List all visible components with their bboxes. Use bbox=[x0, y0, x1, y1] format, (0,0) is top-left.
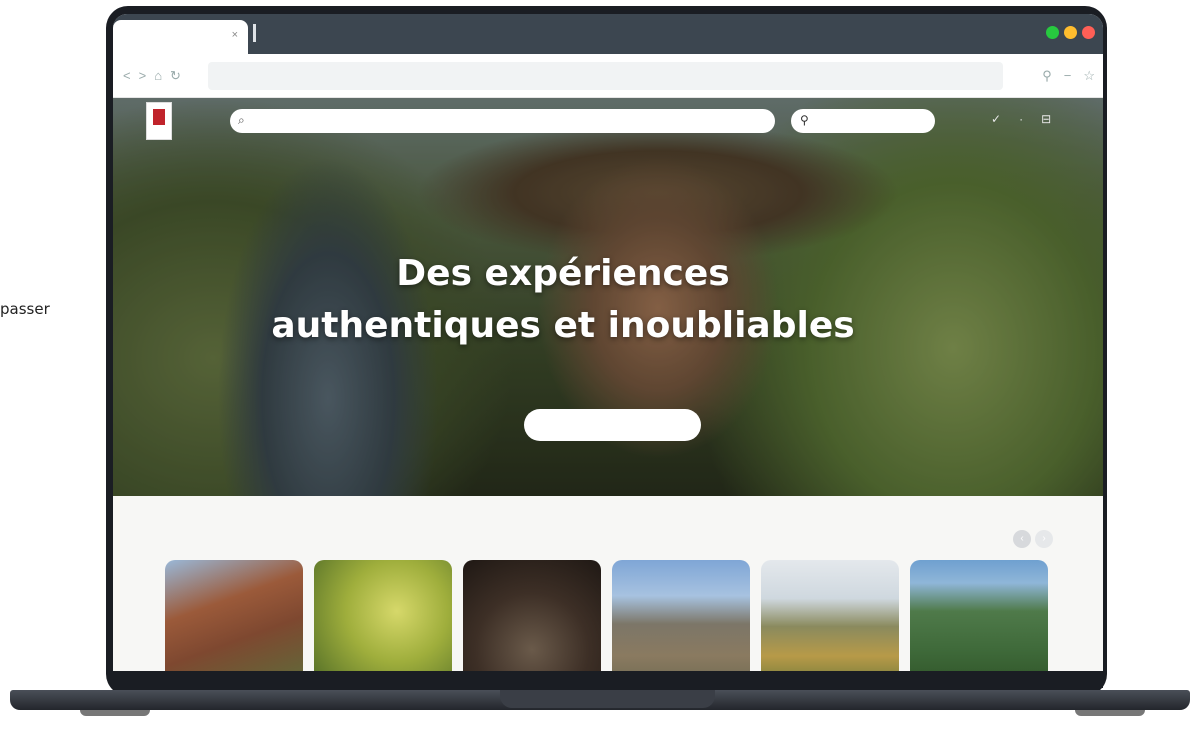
region-card-3[interactable] bbox=[463, 560, 601, 688]
search-input[interactable]: ⌕ bbox=[230, 109, 775, 133]
url-input[interactable] bbox=[208, 62, 1003, 90]
site-logo[interactable] bbox=[146, 102, 172, 140]
laptop-foot-left bbox=[80, 710, 150, 716]
header-icon-2[interactable]: · bbox=[1019, 112, 1023, 126]
header-icons: ✓ · ⊟ bbox=[991, 112, 1051, 126]
maximize-window-button[interactable] bbox=[1046, 26, 1059, 39]
browser-right-icons: ⚲ − ☆ bbox=[1042, 68, 1095, 84]
region-card-2[interactable] bbox=[314, 560, 452, 688]
hero-title: Des expériences authentiques et inoublia… bbox=[213, 248, 913, 352]
region-card-4[interactable] bbox=[612, 560, 750, 688]
header-pill-button[interactable]: ⚲ bbox=[791, 109, 935, 133]
region-card-5[interactable] bbox=[761, 560, 899, 688]
screen-bottom-bezel bbox=[113, 671, 1103, 688]
region-cards bbox=[165, 560, 1048, 688]
carousel-next-button[interactable]: › bbox=[1035, 530, 1053, 548]
side-caption: passer bbox=[0, 300, 50, 318]
laptop-screen: × < > ⌂ ↻ ⚲ − ☆ ⌕ ⚲ ✓ · ⊟ Des expérience… bbox=[113, 14, 1103, 688]
region-card-1[interactable] bbox=[165, 560, 303, 688]
regions-section: ‹ › bbox=[113, 496, 1103, 688]
hero-cta-button[interactable] bbox=[524, 409, 701, 441]
header-icon-3[interactable]: ⊟ bbox=[1041, 112, 1051, 126]
back-icon[interactable]: < bbox=[123, 68, 131, 84]
extension-icon[interactable]: ⚲ bbox=[1042, 68, 1052, 84]
bookmark-icon[interactable]: ☆ bbox=[1083, 68, 1095, 84]
pill-icon: ⚲ bbox=[800, 113, 809, 127]
browser-nav-icons: < > ⌂ ↻ bbox=[123, 68, 181, 84]
hero-title-line-1: Des expériences bbox=[396, 253, 730, 294]
hero-banner: ⌕ ⚲ ✓ · ⊟ Des expériences authentiques e… bbox=[113, 98, 1103, 496]
browser-tab-bar: × bbox=[113, 14, 1103, 54]
header-icon-1[interactable]: ✓ bbox=[991, 112, 1001, 126]
home-icon[interactable]: ⌂ bbox=[154, 68, 162, 84]
search-icon: ⌕ bbox=[238, 113, 245, 127]
logo-mark bbox=[153, 109, 165, 125]
minimize-window-button[interactable] bbox=[1064, 26, 1077, 39]
hero-title-line-2: authentiques et inoubliables bbox=[271, 305, 855, 346]
window-controls bbox=[1046, 26, 1095, 39]
carousel-nav: ‹ › bbox=[1013, 530, 1053, 548]
browser-address-bar: < > ⌂ ↻ ⚲ − ☆ bbox=[113, 54, 1103, 98]
browser-tab[interactable]: × bbox=[113, 20, 248, 54]
close-window-button[interactable] bbox=[1082, 26, 1095, 39]
carousel-prev-button[interactable]: ‹ bbox=[1013, 530, 1031, 548]
region-card-6[interactable] bbox=[910, 560, 1048, 688]
new-tab-button[interactable] bbox=[253, 24, 256, 42]
laptop-notch bbox=[500, 690, 715, 708]
reload-icon[interactable]: ↻ bbox=[170, 68, 181, 84]
menu-icon[interactable]: − bbox=[1064, 68, 1072, 84]
laptop-foot-right bbox=[1075, 710, 1145, 716]
page: passer × < > ⌂ ↻ ⚲ − ☆ ⌕ ⚲ ✓ · ⊟ Des exp… bbox=[0, 0, 1197, 729]
forward-icon[interactable]: > bbox=[139, 68, 147, 84]
close-tab-icon[interactable]: × bbox=[232, 29, 238, 41]
